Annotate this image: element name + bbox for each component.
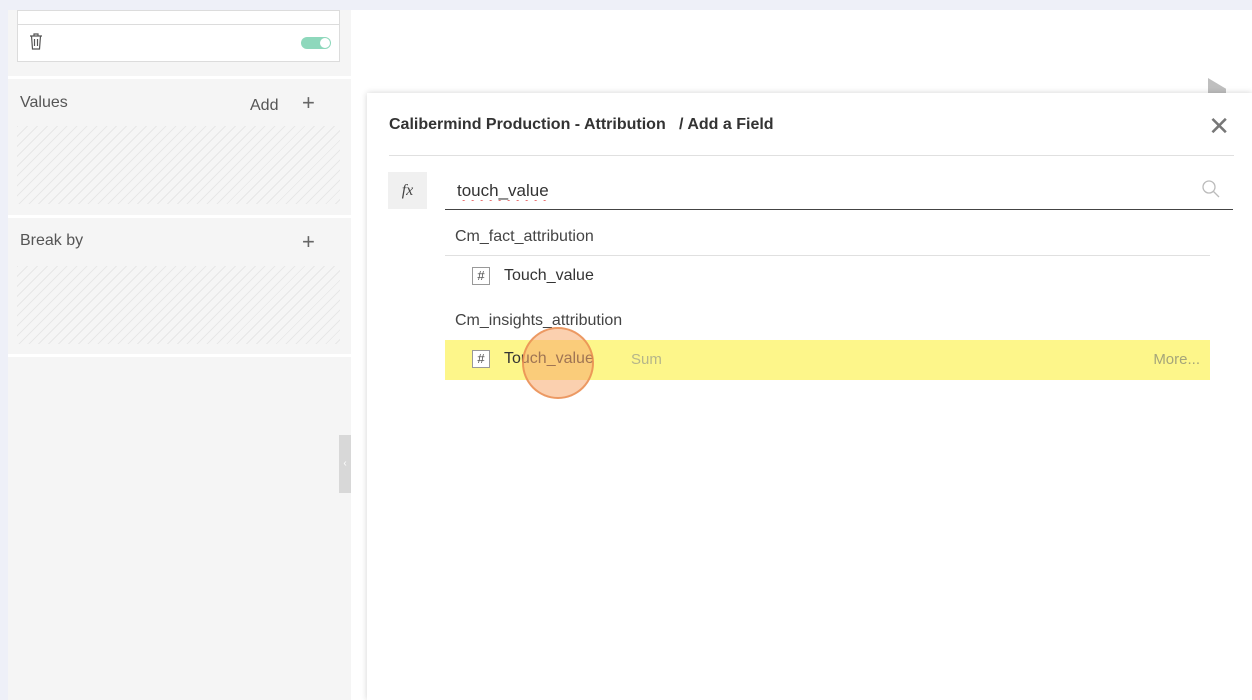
field-name: Touch_value [504, 350, 594, 367]
search-box [445, 173, 1233, 210]
break-by-section-title: Break by [20, 232, 84, 249]
break-by-add-plus-icon[interactable]: + [302, 231, 315, 253]
close-icon[interactable]: ✕ [1208, 113, 1230, 139]
left-panel: Values Add + Break by + [8, 10, 351, 700]
break-by-drop-zone[interactable] [17, 266, 340, 344]
add-field-dialog: Calibermind Production - Attribution / A… [367, 93, 1252, 700]
values-section-title: Values [20, 94, 68, 111]
values-drop-zone[interactable] [17, 126, 340, 204]
number-type-icon: # [472, 350, 490, 368]
title-divider [389, 155, 1234, 156]
more-link[interactable]: More... [1153, 351, 1200, 368]
field-row[interactable]: # Touch_value [445, 257, 1210, 297]
group-label: Cm_insights_attribution [455, 312, 623, 329]
dialog-breadcrumb: Calibermind Production - Attribution / A… [389, 116, 774, 133]
search-input[interactable] [457, 181, 1157, 201]
formula-button[interactable]: fx [388, 172, 427, 209]
values-add-plus-icon[interactable]: + [302, 92, 315, 114]
card-divider [18, 24, 339, 25]
search-icon[interactable] [1201, 179, 1221, 199]
values-add-button[interactable]: Add [250, 97, 278, 115]
field-name: Touch_value [504, 267, 594, 284]
group-divider [445, 255, 1210, 256]
number-type-icon: # [472, 267, 490, 285]
field-aggregation: Sum [631, 351, 662, 368]
filter-card [17, 10, 340, 62]
toggle-switch[interactable] [301, 37, 331, 49]
section-divider [8, 354, 351, 357]
trash-icon[interactable] [28, 32, 44, 50]
section-divider [8, 76, 351, 79]
section-divider [8, 215, 351, 218]
panel-collapse-handle[interactable]: ‹ [339, 435, 351, 493]
field-row-highlighted[interactable]: # Touch_value Sum More... [445, 340, 1210, 380]
group-label: Cm_fact_attribution [455, 228, 594, 245]
